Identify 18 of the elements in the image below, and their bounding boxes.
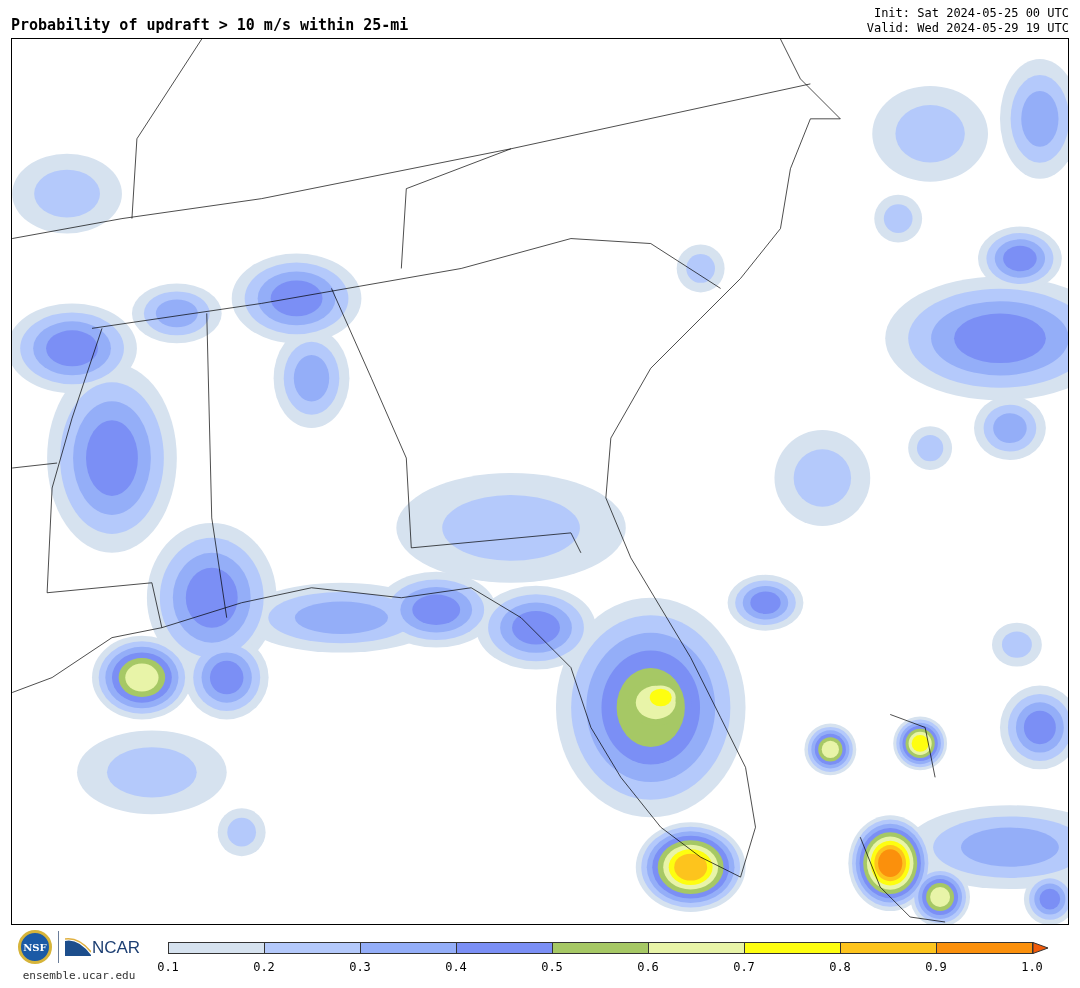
nsf-logo: NSF [17,930,52,964]
tick-label: 0.1 [156,960,180,974]
tick-label: 0.6 [636,960,660,974]
tick-label: 0.9 [924,960,948,974]
tick-label: 1.0 [1020,960,1044,974]
swoosh-icon [64,938,91,956]
tick-label: 0.8 [828,960,852,974]
site-url: ensemble.ucar.edu [22,969,136,982]
ncar-logo: NCAR [91,939,141,956]
tick-label: 0.5 [540,960,564,974]
init-time: Init: Sat 2024-05-25 00 UTC [873,6,1069,21]
tick-label: 0.7 [732,960,756,974]
tick-label: 0.4 [444,960,468,974]
arrow-icon [1033,942,1049,954]
chart-title: Probability of updraft > 10 m/s within 25-mi [11,16,409,36]
tick-label: 0.2 [252,960,276,974]
tick-label: 0.3 [348,960,372,974]
valid-time: Valid: Wed 2024-05-29 19 UTC [866,21,1069,36]
